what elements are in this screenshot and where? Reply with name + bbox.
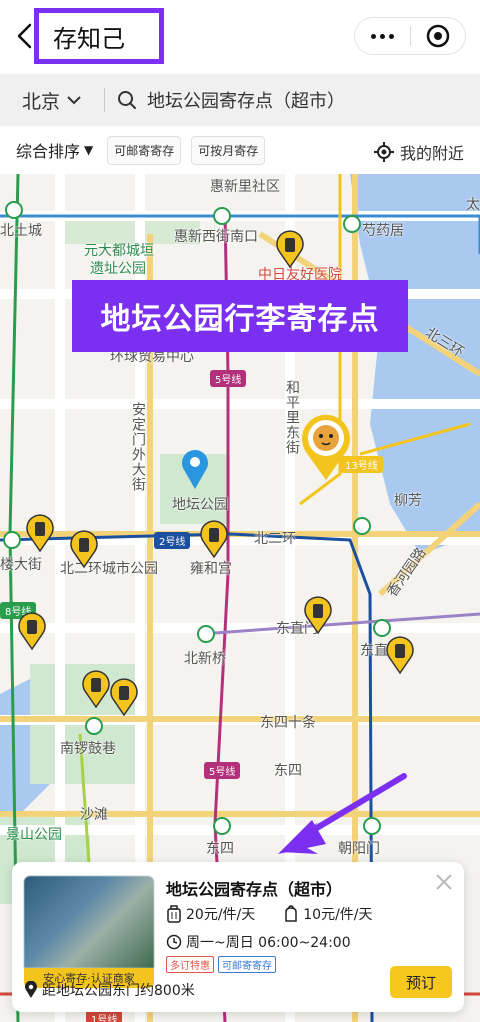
suitcase-icon (167, 905, 181, 923)
map-label-beierhuan: 北二环 (254, 531, 296, 547)
sort-label: 综合排序 (16, 142, 81, 161)
mini-program-capsule (354, 17, 466, 55)
luggage-pin-icon[interactable] (70, 530, 98, 568)
map-label-nanluo: 南锣鼓巷 (60, 741, 116, 757)
locate-icon (373, 142, 394, 162)
price-row: 20元/件/天 10元/件/天 (166, 904, 373, 924)
map-label-yuandadu: 元大都城垣 (84, 243, 154, 259)
subway-badge-line2: 2号线 (154, 532, 191, 549)
search-query: 地坛公园寄存点（超市） (147, 91, 345, 112)
storage-card[interactable]: 安心寄存·认证商家 地坛公园寄存点（超市） 20元/件/天 10元/件/天 周一… (12, 862, 464, 1012)
city-selector[interactable]: 北京 (0, 87, 104, 114)
tag-row: 多订特惠 可邮寄寄存 (166, 956, 276, 973)
distance-info: 距地坛公园东门约800米 (24, 980, 195, 1000)
map-label-ditan: 地坛公园 (172, 497, 228, 513)
map-banner: 地坛公园行李寄存点 (72, 280, 408, 352)
backpack-icon (285, 905, 297, 922)
search-icon (118, 91, 136, 109)
map-label-huixin-south: 惠新西街南口 (174, 229, 258, 245)
storage-thumbnail (24, 876, 154, 968)
nav-header: 存知己 (0, 0, 480, 72)
map-label-liufang: 柳芳 (394, 493, 422, 509)
app-title: 存知己 (34, 8, 164, 64)
luggage-pin-icon[interactable] (110, 678, 138, 716)
price-suitcase-text: 20元/件/天 (186, 907, 256, 923)
more-menu-icon[interactable] (355, 33, 410, 39)
map-label-dongsi-station: 东四 (206, 841, 234, 857)
subway-badge-line5-top: 5号线 (210, 370, 247, 387)
filter-row: 综合排序 ▼ 可邮寄寄存 可按月寄存 我的附近 (0, 126, 480, 174)
map-label-anlou: 楼大街 (0, 557, 42, 573)
opening-hours: 周一~周日 06:00~24:00 (166, 932, 351, 952)
chip-mail-storage[interactable]: 可邮寄寄存 (107, 135, 182, 165)
city-label: 北京 (22, 90, 61, 113)
map-label-huixin-north: 惠新里社区 (210, 179, 280, 195)
price-bag-text: 10元/件/天 (303, 907, 373, 923)
nearby-label: 我的附近 (399, 144, 464, 163)
map-label-yizhi: 遗址公园 (90, 261, 146, 277)
luggage-pin-icon[interactable] (304, 596, 332, 634)
map-label-taiyang: 太 (466, 197, 480, 213)
sort-arrow-icon: ▼ (84, 143, 94, 157)
tag-mail: 可邮寄寄存 (218, 956, 276, 973)
luggage-pin-icon[interactable] (26, 514, 54, 552)
close-target-icon[interactable] (411, 24, 466, 48)
luggage-pin-icon[interactable] (200, 520, 228, 558)
map-label-beitucheng: 北土城 (0, 223, 42, 239)
map-label-shatan: 沙滩 (80, 807, 108, 823)
luggage-pin-icon[interactable] (276, 230, 304, 268)
search-input[interactable]: 地坛公园寄存点（超市） (105, 87, 345, 113)
subway-badge-line5-bottom: 5号线 (204, 762, 241, 779)
book-button[interactable]: 预订 (390, 966, 452, 998)
location-marker-icon (25, 981, 37, 998)
chip-monthly-storage[interactable]: 可按月寄存 (191, 135, 266, 165)
chevron-down-icon (67, 96, 81, 105)
close-icon[interactable] (434, 872, 454, 892)
luggage-pin-icon[interactable] (82, 670, 110, 708)
map-label-shaoyaoju: 芍药居 (362, 223, 404, 239)
map-label-beixinqiao: 北新桥 (184, 651, 226, 667)
luggage-pin-icon[interactable] (18, 612, 46, 650)
location-pin-icon (182, 450, 208, 489)
clock-icon (166, 934, 182, 950)
map-label-dongsi10: 东四十条 (260, 715, 316, 731)
luggage-pin-icon[interactable] (386, 636, 414, 674)
sort-dropdown[interactable]: 综合排序 ▼ (16, 138, 93, 162)
map-label-jingshan: 景山公园 (6, 827, 62, 843)
storage-name: 地坛公园寄存点（超市） (166, 880, 343, 899)
pointer-arrow-icon (278, 773, 407, 854)
tag-discount: 多订特惠 (166, 956, 214, 973)
map-label-dongzhi2: 东直 (360, 643, 388, 659)
search-bar: 北京 地坛公园寄存点（超市） (0, 74, 480, 126)
map-label-andingmen: 安定门外大街 (130, 402, 146, 492)
hours-text: 周一~周日 06:00~24:00 (186, 935, 351, 951)
nearby-button[interactable]: 我的附近 (373, 140, 464, 164)
price-bag: 10元/件/天 (283, 904, 373, 924)
tiger-pin-icon[interactable] (300, 414, 352, 482)
distance-text: 距地坛公园东门约800米 (42, 983, 195, 999)
back-arrow-icon[interactable] (14, 22, 36, 50)
map-label-hepingli: 和平里东街 (284, 380, 300, 455)
price-suitcase: 20元/件/天 (166, 904, 255, 924)
map-label-yonghegong: 雍和宫 (190, 561, 232, 577)
